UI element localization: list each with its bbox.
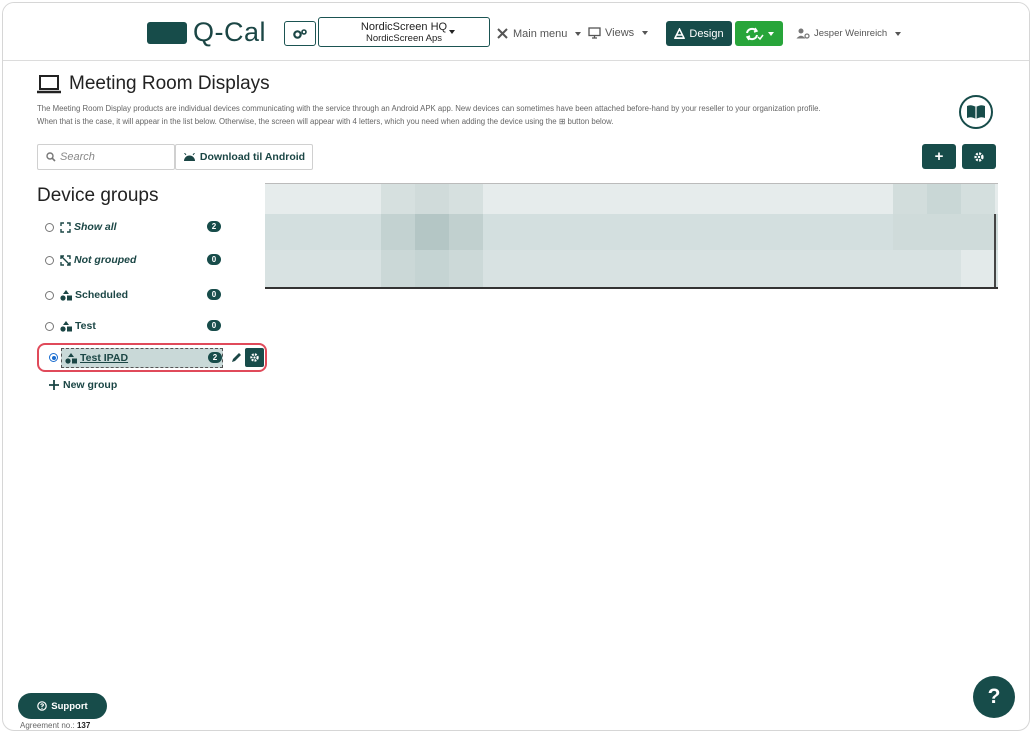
design-label: Design [689,27,724,40]
sync-icon [745,27,764,40]
user-menu[interactable]: Jesper Weinreich [796,28,902,39]
help-icon: ? [987,685,1001,708]
chevron-down-icon [449,30,455,34]
add-device-button[interactable]: + [922,144,956,169]
gear-icon [974,151,984,162]
app-frame: Q-Cal NordicScreen HQ NordicScreen Aps M… [2,2,1030,731]
download-android-button[interactable]: Download til Android [175,144,313,170]
ungrouped-icon [60,254,71,266]
views-label: Views [605,27,635,39]
group-radio-selected[interactable] [49,353,58,362]
pencil-icon [232,353,241,362]
question-circle-icon [37,701,48,711]
group-item-show-all[interactable]: Show all 2 [45,217,225,237]
laptop-icon [37,74,61,93]
chevron-down-icon [768,31,774,36]
cogs-icon [293,28,307,39]
android-icon [183,153,195,161]
group-label: Test [75,320,96,332]
views-dropdown[interactable]: Views [588,27,649,39]
group-item-test-ipad[interactable]: Test IPAD 2 [61,348,223,368]
shapes-icon [60,289,72,301]
logo-block [147,22,187,44]
agreement-number: Agreement no.: 137 [20,721,90,730]
group-radio[interactable] [45,255,54,265]
agreement-value: 137 [76,721,91,730]
app-logo: Q-Cal [193,17,267,47]
top-bar: Q-Cal NordicScreen HQ NordicScreen Aps M… [3,3,1029,61]
device-groups-title: Device groups [37,185,159,206]
shapes-icon [60,320,72,332]
group-count-badge: 2 [208,352,222,363]
group-label: Show all [74,221,117,233]
group-radio[interactable] [45,321,54,331]
group-radio[interactable] [45,290,54,300]
search-placeholder: Search [60,151,95,163]
group-item-not-grouped[interactable]: Not grouped 0 [45,250,225,270]
group-count-badge: 0 [207,254,221,265]
book-icon [967,105,985,119]
group-count-badge: 0 [207,289,221,300]
tools-icon [497,28,508,39]
search-icon [46,152,56,162]
design-button[interactable]: Design [666,21,732,46]
group-label: Scheduled [75,289,129,301]
description-line-2: When that is the case, it will appear in… [37,117,614,126]
org-sub: NordicScreen Aps [365,33,443,44]
monitor-icon [588,27,601,39]
user-cog-icon [796,28,810,39]
organization-select[interactable]: NordicScreen HQ NordicScreen Aps [318,17,490,47]
group-item-test[interactable]: Test 0 [45,316,225,336]
plus-icon: + [934,148,944,165]
org-name: NordicScreen HQ [360,21,448,33]
settings-button[interactable] [962,144,996,169]
group-label: Test IPAD [80,352,129,364]
description-line-1: The Meeting Room Display products are in… [37,104,821,113]
chevron-down-icon [895,31,902,36]
group-item-scheduled[interactable]: Scheduled 0 [45,285,225,305]
page-description: The Meeting Room Display products are in… [37,102,967,128]
main-menu-dropdown[interactable]: Main menu [496,27,582,40]
sync-button[interactable] [735,21,783,46]
group-label: Not grouped [74,254,137,266]
expand-icon [60,221,71,233]
manual-button[interactable] [959,95,993,129]
gear-icon [250,353,259,362]
plus-icon [49,380,59,390]
chevron-down-icon [642,31,649,35]
group-count-badge: 0 [207,320,221,331]
new-group-button[interactable]: New group [49,379,117,391]
main-menu-label: Main menu [513,27,568,40]
org-settings-button[interactable] [284,21,316,46]
page-title: Meeting Room Displays [37,73,270,95]
chevron-down-icon [575,31,582,36]
support-button[interactable]: Support [18,693,107,719]
device-list-table [265,183,998,289]
selected-group-highlight: Test IPAD 2 [37,343,267,372]
shapes-icon [65,352,77,364]
new-group-label: New group [63,379,118,391]
page-title-text: Meeting Room Displays [69,73,270,94]
search-input[interactable]: Search [37,144,175,170]
user-name: Jesper Weinreich [814,28,888,39]
edit-group-button[interactable] [227,348,245,368]
support-label: Support [51,700,88,712]
download-label: Download til Android [199,151,306,163]
design-icon [674,28,686,39]
agreement-label: Agreement no.: [20,721,75,730]
group-settings-button[interactable] [245,348,264,367]
group-count-badge: 2 [207,221,221,232]
help-button[interactable]: ? [973,676,1015,718]
group-radio[interactable] [45,222,54,232]
